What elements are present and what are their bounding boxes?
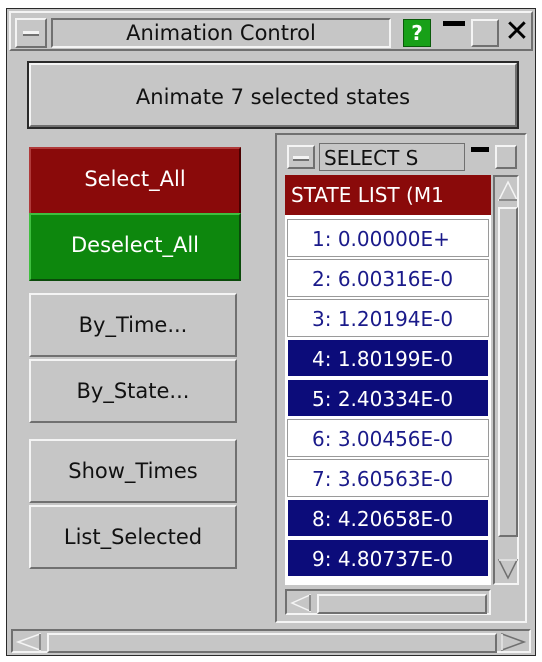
state-row[interactable]: 1: 0.00000E+	[287, 219, 489, 257]
scroll-right-arrow-icon[interactable]	[499, 632, 527, 652]
minimize-icon[interactable]	[441, 19, 469, 47]
scrollbar-corner	[493, 589, 519, 615]
horizontal-scroll-thumb[interactable]	[317, 594, 487, 614]
select-panel-title: SELECT S	[319, 143, 465, 171]
help-button[interactable]: ?	[403, 19, 431, 47]
state-row[interactable]: 5: 2.40334E-0	[287, 379, 489, 417]
select-panel-title-bar[interactable]: SELECT S	[285, 143, 517, 171]
select-panel-maximize-icon[interactable]	[495, 145, 517, 169]
scroll-up-arrow-icon[interactable]	[497, 179, 519, 203]
deselect-all-button[interactable]: Deselect_All	[29, 213, 241, 281]
state-row[interactable]: 6: 3.00456E-0	[287, 419, 489, 457]
state-row[interactable]: 8: 4.20658E-0	[287, 499, 489, 537]
state-row[interactable]: 3: 1.20194E-0	[287, 299, 489, 337]
window-horizontal-scrollbar[interactable]	[11, 629, 531, 653]
by-state-button[interactable]: By_State...	[29, 359, 237, 423]
title-bar[interactable]: Animation Control ? ✕	[9, 11, 533, 51]
by-time-button[interactable]: By_Time...	[29, 293, 237, 357]
animation-control-window: Animation Control ? ✕ Animate 7 selected…	[6, 8, 536, 656]
list-selected-button[interactable]: List_Selected	[29, 505, 237, 569]
maximize-icon[interactable]	[471, 19, 499, 47]
state-list-horizontal-scrollbar[interactable]	[285, 589, 491, 615]
state-row[interactable]: 4: 1.80199E-0	[287, 339, 489, 377]
window-scroll-thumb[interactable]	[47, 633, 497, 653]
state-row[interactable]: 9: 4.80737E-0	[287, 539, 489, 577]
window-title: Animation Control	[51, 18, 391, 48]
animate-button-label: Animate 7 selected states	[29, 63, 517, 127]
select-panel-menu-icon[interactable]	[287, 145, 315, 169]
state-list-header: STATE LIST (M1	[285, 175, 491, 215]
select-states-panel: SELECT S STATE LIST (M1 1: 0.00000E+ 2: …	[275, 133, 527, 623]
state-list-vertical-scrollbar[interactable]	[493, 175, 519, 585]
close-icon[interactable]: ✕	[502, 17, 532, 48]
scroll-left-arrow-icon[interactable]	[289, 593, 313, 613]
state-row[interactable]: 2: 6.00316E-0	[287, 259, 489, 297]
state-row[interactable]: 7: 3.60563E-0	[287, 459, 489, 497]
window-menu-button[interactable]	[15, 18, 47, 48]
show-times-button[interactable]: Show_Times	[29, 439, 237, 503]
scroll-left-arrow-icon[interactable]	[15, 632, 43, 652]
state-list: STATE LIST (M1 1: 0.00000E+ 2: 6.00316E-…	[285, 175, 491, 585]
select-panel-minimize-icon[interactable]	[469, 145, 493, 169]
animate-button[interactable]: Animate 7 selected states	[27, 61, 519, 129]
scroll-down-arrow-icon[interactable]	[497, 557, 519, 581]
vertical-scroll-thumb[interactable]	[498, 207, 518, 537]
select-all-button[interactable]: Select_All	[29, 147, 241, 215]
